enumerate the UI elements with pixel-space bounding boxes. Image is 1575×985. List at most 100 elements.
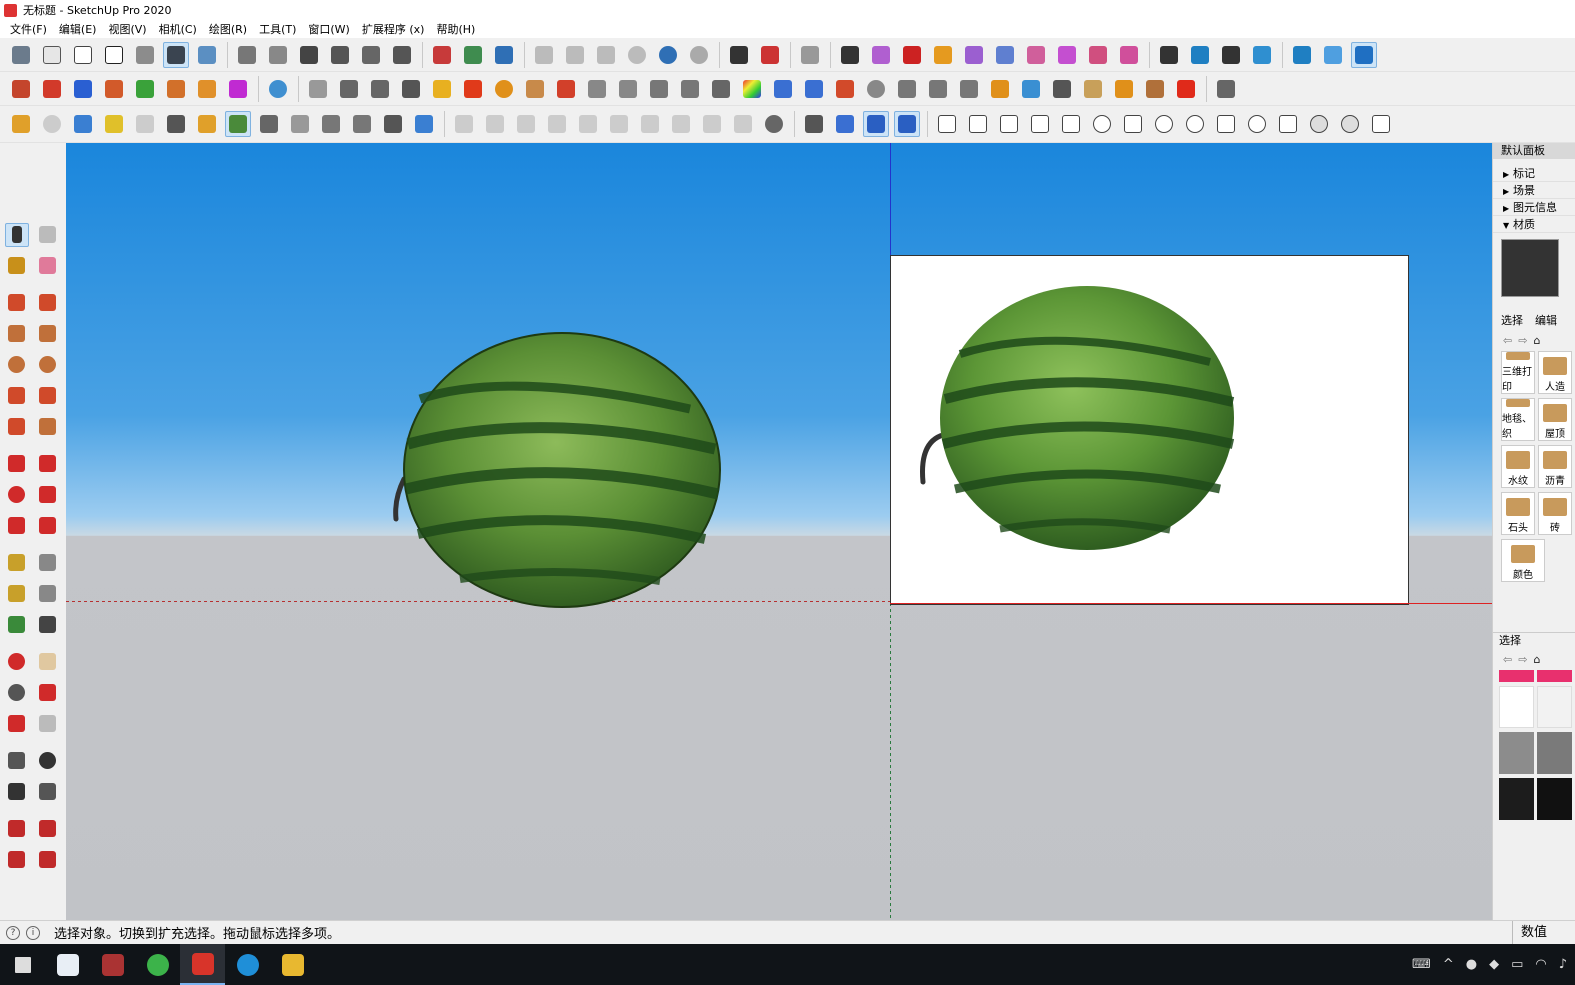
info-icon[interactable] — [411, 111, 437, 137]
curve-plus-icon[interactable] — [305, 76, 331, 102]
taskbar-app-wechat[interactable] — [135, 944, 180, 985]
fan-icon[interactable] — [894, 76, 920, 102]
battery-icon[interactable]: ▭ — [1511, 957, 1523, 972]
rotate-tool-icon[interactable] — [5, 483, 29, 507]
shape-tool-icon[interactable] — [522, 76, 548, 102]
extension-curve-icon[interactable] — [930, 42, 956, 68]
chevron-up-icon[interactable]: ^ — [1443, 957, 1454, 972]
extrude-x-icon[interactable] — [194, 76, 220, 102]
leaf-icon[interactable] — [615, 76, 641, 102]
refresh-icon[interactable] — [39, 111, 65, 137]
arc-tool-icon[interactable] — [5, 384, 29, 408]
taskbar-app-edge[interactable] — [225, 944, 270, 985]
component-add-icon[interactable] — [194, 111, 220, 137]
axes-tool-icon[interactable] — [5, 613, 29, 637]
panel-i-icon[interactable] — [699, 111, 725, 137]
door-icon[interactable] — [956, 76, 982, 102]
volume-icon[interactable]: ♪ — [1559, 957, 1567, 972]
look-around-icon[interactable] — [36, 749, 60, 773]
material-folder[interactable]: 三维打印 — [1501, 351, 1535, 394]
home-icon[interactable]: ⌂ — [1533, 334, 1540, 347]
monitor-icon[interactable] — [1187, 42, 1213, 68]
component-gold-icon[interactable] — [8, 111, 34, 137]
sweep-icon[interactable] — [1213, 76, 1239, 102]
material-folder[interactable]: 人造 — [1538, 351, 1572, 394]
save-icon[interactable] — [491, 42, 517, 68]
back-edges-style-icon[interactable] — [39, 42, 65, 68]
extension-tool-icon[interactable] — [837, 42, 863, 68]
menu-view[interactable]: 视图(V) — [102, 21, 152, 37]
menu-edit[interactable]: 编辑(E) — [53, 21, 103, 37]
zoom-tool-icon[interactable] — [5, 681, 29, 705]
new-file-icon[interactable] — [429, 42, 455, 68]
modeling-viewport[interactable] — [66, 143, 1492, 920]
shaded-textures-style-icon[interactable] — [163, 41, 189, 68]
arc-blue-icon[interactable] — [770, 76, 796, 102]
line-tool-icon[interactable] — [5, 291, 29, 315]
current-material-swatch[interactable] — [1501, 239, 1559, 297]
camera-icon[interactable] — [132, 111, 158, 137]
push-pull-plus-icon[interactable] — [8, 76, 34, 102]
scissors-icon[interactable] — [708, 76, 734, 102]
shape-ellipse-icon[interactable] — [1182, 111, 1208, 137]
pencil-angle-icon[interactable] — [1320, 42, 1346, 68]
wireframe-style-icon[interactable] — [70, 42, 96, 68]
section-plane-icon[interactable] — [36, 780, 60, 804]
shape-dodeca-icon[interactable] — [1275, 111, 1301, 137]
shape-u-icon[interactable] — [1368, 111, 1394, 137]
tray-section-scenes[interactable]: ▶ 场景 — [1493, 182, 1575, 199]
color-swatch-black[interactable] — [1537, 778, 1572, 820]
red-box-icon[interactable] — [1173, 76, 1199, 102]
arc-red-icon[interactable] — [553, 76, 579, 102]
3d-text-icon[interactable] — [36, 613, 60, 637]
forward-arrow-icon[interactable]: ⇨ — [1518, 653, 1527, 666]
arc-thin-icon[interactable] — [801, 76, 827, 102]
tray-section-tags[interactable]: ▶ 标记 — [1493, 165, 1575, 182]
shape-cylinder-icon[interactable] — [1058, 111, 1084, 137]
tape-measure-icon[interactable] — [5, 551, 29, 575]
panel-j-icon[interactable] — [730, 111, 756, 137]
back-view-icon[interactable] — [358, 42, 384, 68]
stamp-icon[interactable] — [646, 76, 672, 102]
extension-warehouse-icon[interactable] — [36, 817, 60, 841]
tab-edit[interactable]: 编辑 — [1535, 312, 1557, 328]
swoosh-icon[interactable] — [987, 76, 1013, 102]
shape-torus-icon[interactable] — [1244, 111, 1270, 137]
taskbar-app-explorer[interactable] — [270, 944, 315, 985]
film-clapper-icon[interactable] — [1156, 42, 1182, 68]
material-folder[interactable]: 颜色 — [1501, 539, 1545, 582]
protractor-icon[interactable] — [5, 582, 29, 606]
color-swatch-black[interactable] — [1499, 778, 1534, 820]
panel-a-icon[interactable] — [451, 111, 477, 137]
cube-orange-icon[interactable] — [1111, 76, 1137, 102]
menu-help[interactable]: 帮助(H) — [430, 21, 481, 37]
select-tool-icon[interactable] — [5, 222, 29, 247]
extension-ring-icon[interactable] — [1085, 42, 1111, 68]
material-folder[interactable]: 石头 — [1501, 492, 1535, 535]
extension-grid-icon[interactable] — [1023, 42, 1049, 68]
walk-tool-icon[interactable] — [5, 780, 29, 804]
print-icon[interactable] — [726, 42, 752, 68]
shape-diamond-icon[interactable] — [1213, 111, 1239, 137]
speaker-icon[interactable] — [287, 111, 313, 137]
taskbar-app-capture[interactable] — [45, 944, 90, 985]
warning-icon[interactable] — [429, 76, 455, 102]
material-folder[interactable]: 屋顶 — [1538, 398, 1572, 441]
extension-arc-icon[interactable] — [868, 42, 894, 68]
text-tool-icon[interactable] — [36, 582, 60, 606]
measurements-box[interactable]: 数值 — [1512, 921, 1547, 945]
panel-g-icon[interactable] — [637, 111, 663, 137]
watermelon-model[interactable] — [390, 329, 730, 611]
send-to-layout-icon[interactable] — [5, 848, 29, 872]
geolocation-icon[interactable]: ? — [6, 925, 20, 940]
loop-blue-icon[interactable] — [1018, 76, 1044, 102]
start-button[interactable] — [0, 944, 45, 985]
copy-icon[interactable] — [562, 42, 588, 68]
hidden-line-style-icon[interactable] — [101, 42, 127, 68]
menu-window[interactable]: 窗口(W) — [302, 21, 355, 37]
sandbox-icon[interactable] — [797, 42, 823, 68]
pie-tool-icon[interactable] — [36, 415, 60, 439]
move-tool-icon[interactable] — [5, 452, 29, 476]
shield-icon[interactable]: ◆ — [1489, 957, 1499, 972]
eraser-icon[interactable] — [36, 254, 60, 278]
